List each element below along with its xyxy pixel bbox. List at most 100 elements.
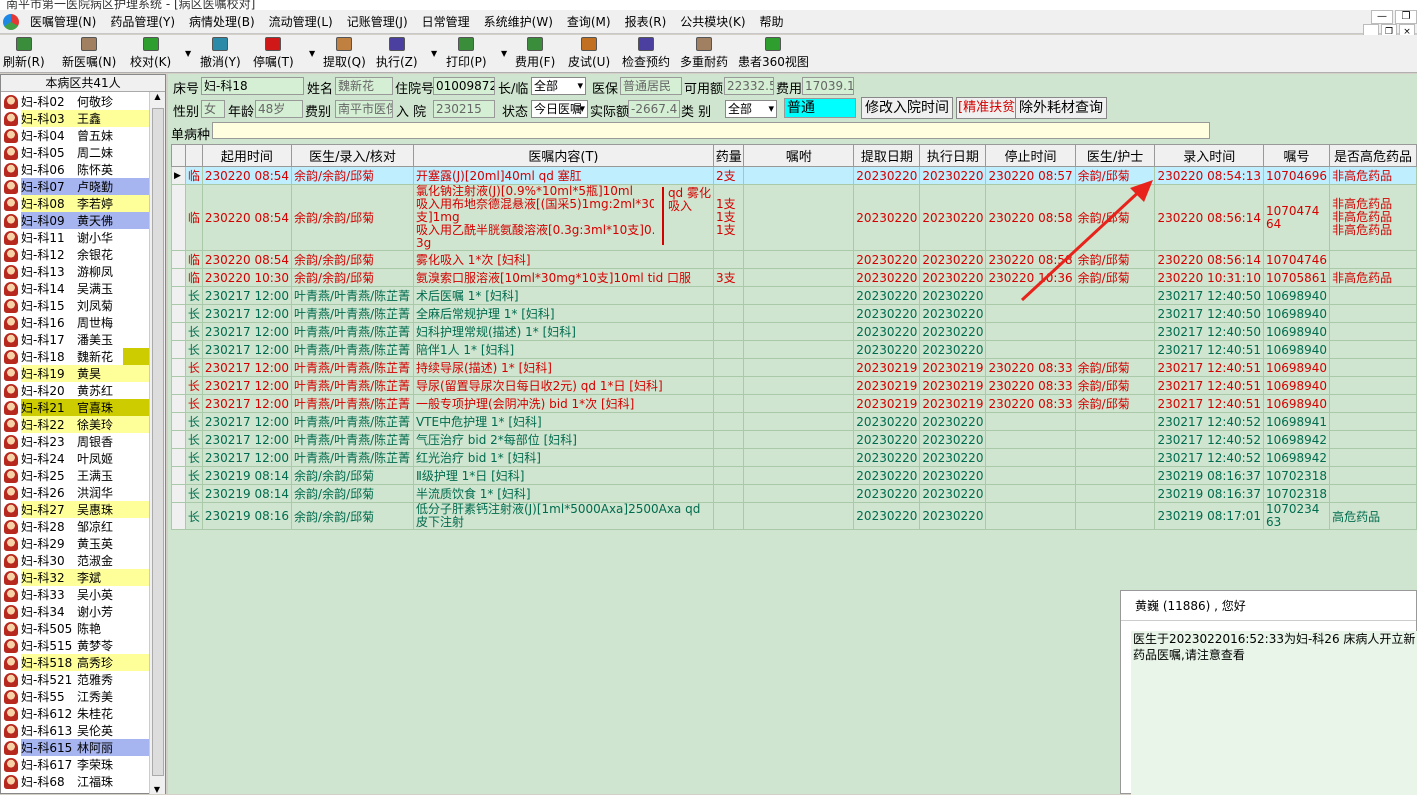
category-select[interactable]: 全部 xyxy=(725,100,777,118)
precision-poverty-button[interactable]: [精准扶贫 xyxy=(956,97,1018,119)
scroll-up-icon[interactable]: ▲ xyxy=(150,92,165,101)
bed-list-item[interactable]: 妇-科515 黄梦苓 xyxy=(4,637,150,654)
order-row[interactable]: 长 230217 12:00 叶青燕/叶青燕/陈芷菁 全麻后常规护理 1* [妇科] 2… xyxy=(171,304,1417,323)
column-header[interactable]: 提取日期 xyxy=(853,144,921,167)
bed-field[interactable]: 妇-科18 xyxy=(201,77,304,95)
column-header[interactable]: 停止时间 xyxy=(985,144,1076,167)
patient-list-scrollbar[interactable]: ▲ ▼ xyxy=(149,92,165,794)
column-header[interactable]: 是否高危药品 xyxy=(1329,144,1417,167)
bed-list-item[interactable]: 妇-科25 王满玉 xyxy=(4,467,150,484)
toolbar-button-4[interactable]: 停嘱(T) xyxy=(253,37,294,71)
menu-item-2[interactable]: 病情处理(B) xyxy=(182,13,262,30)
bed-list-item[interactable]: 妇-科612 朱桂花 xyxy=(4,705,150,722)
bed-list-item[interactable]: 妇-科19 黄昊 xyxy=(4,365,150,382)
bed-list-item[interactable]: 妇-科02 何敬珍 xyxy=(4,93,150,110)
bed-list-item[interactable]: 妇-科27 吴惠珠 xyxy=(4,501,150,518)
column-header[interactable]: 嘱号 xyxy=(1262,144,1331,167)
bed-list-item[interactable]: 妇-科26 洪润华 xyxy=(4,484,150,501)
bed-list-item[interactable]: 妇-科28 邹凉红 xyxy=(4,518,150,535)
order-row[interactable]: 长 230219 08:14 余韵/余韵/邱菊 半流质饮食 1* [妇科] 202302… xyxy=(171,484,1417,503)
column-header[interactable]: 起用时间 xyxy=(201,144,293,167)
order-row[interactable]: 长 230217 12:00 叶青燕/叶青燕/陈芷菁 VTE中危护理 1* [妇科] 2… xyxy=(171,412,1417,431)
order-row[interactable]: 临 230220 10:30 余韵/余韵/邱菊 氨溴索口服溶液[10ml*30mg*1… xyxy=(171,268,1417,287)
scroll-down-icon[interactable]: ▼ xyxy=(150,785,164,794)
order-type-select[interactable]: 全部 xyxy=(531,77,586,95)
bed-list-item[interactable]: 妇-科12 余银花 xyxy=(4,246,150,263)
bed-list-item[interactable]: 妇-科29 黄玉英 xyxy=(4,535,150,552)
toolbar-button-5[interactable]: 提取(Q) xyxy=(323,37,366,71)
available-field[interactable]: 22332.5 xyxy=(724,77,774,95)
bed-list-item[interactable]: 妇-科15 刘凤菊 xyxy=(4,297,150,314)
bed-list-item[interactable]: 妇-科68 江福珠 xyxy=(4,773,150,790)
bed-list-item[interactable]: 妇-科32 李斌 xyxy=(4,569,150,586)
menu-item-8[interactable]: 报表(R) xyxy=(618,13,674,30)
menu-item-1[interactable]: 药品管理(Y) xyxy=(103,13,182,30)
name-field[interactable]: 魏新花 xyxy=(335,77,393,95)
bed-list-item[interactable]: 妇-科518 高秀珍 xyxy=(4,654,150,671)
bed-list-item[interactable]: 妇-科613 吴伦英 xyxy=(4,722,150,739)
menu-item-7[interactable]: 查询(M) xyxy=(560,13,618,30)
toolbar-button-12[interactable]: 患者360视图 xyxy=(738,37,809,71)
toolbar-button-2[interactable]: 校对(K) xyxy=(130,37,171,71)
age-field[interactable]: 48岁 xyxy=(255,100,303,118)
bed-list-item[interactable]: 妇-科13 游柳凤 xyxy=(4,263,150,280)
menu-item-5[interactable]: 日常管理 xyxy=(415,13,477,30)
order-row[interactable]: 长 230219 08:16 余韵/余韵/邱菊 低分子肝素钙注射液(J)[1ml*50… xyxy=(171,502,1417,530)
care-level-field[interactable]: 普通 xyxy=(784,98,856,118)
bed-list-item[interactable]: 妇-科18 魏新花 xyxy=(4,348,150,365)
order-row[interactable]: 长 230217 12:00 叶青燕/叶青燕/陈芷菁 术后医嘱 1* [妇科] 2023… xyxy=(171,286,1417,305)
column-header[interactable]: 医生/护士 xyxy=(1074,144,1156,167)
order-row[interactable]: ▶ 临 230220 08:54 余韵/余韵/邱菊 开塞露(J)[20ml]40ml q… xyxy=(171,166,1417,185)
fee-field[interactable]: 17039.1 xyxy=(802,77,854,95)
bed-list-item[interactable]: 妇-科521 范雅秀 xyxy=(4,671,150,688)
bed-list-item[interactable]: 妇-科24 叶凤姬 xyxy=(4,450,150,467)
menu-item-0[interactable]: 医嘱管理(N) xyxy=(23,13,103,30)
fee-type-field[interactable]: 南平市医保 xyxy=(335,100,393,118)
column-header[interactable]: 录入时间 xyxy=(1154,144,1264,167)
order-row[interactable]: 临 230220 08:54 余韵/余韵/邱菊 氯化钠注射液(J)[0.9%*10ml… xyxy=(171,184,1417,251)
order-row[interactable]: 长 230217 12:00 叶青燕/叶青燕/陈芷菁 红光治疗 bid 1* [妇科]… xyxy=(171,448,1417,467)
dropdown-arrow-icon[interactable]: ▼ xyxy=(431,49,437,58)
menu-item-4[interactable]: 记账管理(J) xyxy=(340,13,415,30)
bed-list-item[interactable]: 妇-科505 陈艳 xyxy=(4,620,150,637)
column-header[interactable]: 医生/录入/核对 xyxy=(291,144,414,167)
toolbar-button-8[interactable]: 费用(F) xyxy=(515,37,555,71)
admit-field[interactable]: 230215 xyxy=(433,100,495,118)
column-header[interactable]: 药量 xyxy=(712,144,745,167)
extra-consumables-button[interactable]: 除外耗材查询 xyxy=(1015,97,1107,119)
bed-list-item[interactable]: 妇-科617 李荣珠 xyxy=(4,756,150,773)
bed-list-item[interactable]: 妇-科05 周二妹 xyxy=(4,144,150,161)
menu-item-9[interactable]: 公共模块(K) xyxy=(673,13,752,30)
sex-field[interactable]: 女 xyxy=(201,100,225,118)
minimize-icon[interactable]: — xyxy=(1371,10,1393,24)
dropdown-arrow-icon[interactable]: ▼ xyxy=(501,49,507,58)
dropdown-arrow-icon[interactable]: ▼ xyxy=(309,49,315,58)
bed-list-item[interactable]: 妇-科06 陈怀英 xyxy=(4,161,150,178)
toolbar-button-1[interactable]: 新医嘱(N) xyxy=(62,37,116,71)
bed-list-item[interactable]: 妇-科09 黄天佛 xyxy=(4,212,150,229)
column-header[interactable]: 嘱咐 xyxy=(743,144,855,167)
toolbar-button-11[interactable]: 多重耐药 xyxy=(680,37,728,71)
bed-list-item[interactable]: 妇-科33 吴小英 xyxy=(4,586,150,603)
bed-list-item[interactable]: 妇-科615 林阿丽 xyxy=(4,739,150,756)
order-row[interactable]: 长 230217 12:00 叶青燕/叶青燕/陈芷菁 妇科护理常规(描述) 1* [妇… xyxy=(171,322,1417,341)
toolbar-button-6[interactable]: 执行(Z) xyxy=(376,37,418,71)
column-header[interactable]: 医嘱内容(T) xyxy=(412,144,715,167)
bed-list-item[interactable]: 妇-科21 官喜珠 xyxy=(4,399,150,416)
order-row[interactable]: 临 230220 08:54 余韵/余韵/邱菊 雾化吸入 1*次 [妇科] 202302… xyxy=(171,250,1417,269)
bed-list-item[interactable]: 妇-科20 黄苏红 xyxy=(4,382,150,399)
bed-list-item[interactable]: 妇-科16 周世梅 xyxy=(4,314,150,331)
bed-list-item[interactable]: 妇-科14 吴满玉 xyxy=(4,280,150,297)
admission-no-field[interactable]: 01009872 xyxy=(433,77,495,95)
bed-list-item[interactable]: 妇-科34 谢小芳 xyxy=(4,603,150,620)
order-row[interactable]: 长 230217 12:00 叶青燕/叶青燕/陈芷菁 气压治疗 bid 2*每部位 [… xyxy=(171,430,1417,449)
bed-list-item[interactable]: 妇-科17 潘美玉 xyxy=(4,331,150,348)
order-row[interactable]: 长 230217 12:00 叶青燕/叶青燕/陈芷菁 导尿(留置导尿次日每日收2元) … xyxy=(171,376,1417,395)
menu-item-6[interactable]: 系统维护(W) xyxy=(477,13,560,30)
menu-item-10[interactable]: 帮助 xyxy=(753,13,791,30)
toolbar-button-10[interactable]: 检查预约 xyxy=(622,37,670,71)
toolbar-button-3[interactable]: 撤消(Y) xyxy=(200,37,241,71)
maximize-icon[interactable]: ❐ xyxy=(1395,10,1417,24)
insurance-field[interactable]: 普通居民 xyxy=(620,77,682,95)
bed-list-item[interactable]: 妇-科23 周银香 xyxy=(4,433,150,450)
